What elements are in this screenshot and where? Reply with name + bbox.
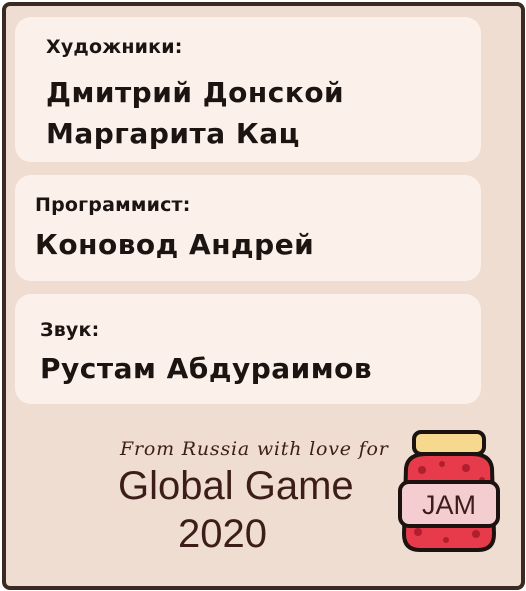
artist-name-1: Дмитрий Донской [46,76,345,109]
sound-name: Рустам Абдураимов [40,352,373,385]
artists-card: Художники: Дмитрий Донской Маргарита Кац [15,17,481,162]
programmer-card: Программист: Коновод Андрей [15,175,481,281]
artists-label: Художники: [46,36,183,58]
jam-jar-icon: JAM [398,430,500,552]
artist-name-2: Маргарита Кац [46,117,300,150]
jam-year: 2020 [178,512,267,556]
jam-tagline: From Russia with love for [120,438,389,460]
sound-label: Звук: [40,319,100,341]
programmer-label: Программист: [35,194,191,216]
jam-logo-text: JAM [422,490,476,520]
programmer-name: Коновод Андрей [35,228,315,261]
jam-title: Global Game [118,464,354,508]
sound-card: Звук: Рустам Абдураимов [15,294,481,404]
